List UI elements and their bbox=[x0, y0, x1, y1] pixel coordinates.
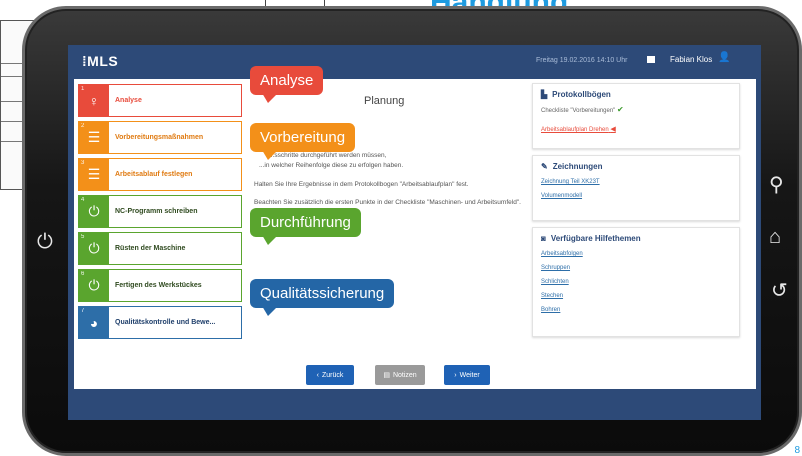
step-label: Analyse bbox=[115, 97, 142, 104]
list-icon: 2 ☰ bbox=[79, 122, 109, 153]
check-icon: ✔ bbox=[616, 105, 624, 114]
step-vorbereitungsmassnahmen[interactable]: 2 ☰ Vorbereitungsmaßnahmen bbox=[78, 121, 242, 154]
panel-hilfethemen: ◙ Verfügbare Hilfethemen Arbeitsabfolgen … bbox=[532, 227, 740, 337]
home-hw-icon[interactable]: ⌂ bbox=[769, 227, 781, 247]
power-icon: 6 ⏻ bbox=[79, 270, 109, 301]
callout-analyse: Analyse bbox=[250, 66, 324, 103]
step-label: Qualitätskontrolle und Bewe... bbox=[115, 319, 216, 326]
step-qualitaetskontrolle[interactable]: 7 ◕ Qualitätskontrolle und Bewe... bbox=[78, 306, 242, 339]
panel-title: Zeichnungen bbox=[552, 162, 603, 171]
pencil-icon: ✎ bbox=[541, 162, 548, 171]
drawing-link[interactable]: Zeichnung Teil XK23T bbox=[541, 175, 731, 189]
next-button[interactable]: › Weiter bbox=[444, 365, 490, 385]
help-topic-link[interactable]: Arbeitsabfolgen bbox=[541, 247, 731, 261]
step-arbeitsablauf[interactable]: 3 ☰ Arbeitsablauf festlegen bbox=[78, 158, 242, 191]
step-label: Arbeitsablauf festlegen bbox=[115, 171, 193, 178]
callout-vorbereitung: Vorbereitung bbox=[250, 123, 356, 160]
step-label: Vorbereitungsmaßnahmen bbox=[115, 134, 204, 141]
app-screen: ⁞MLS Freitag 19.02.2016 14:10 Uhr Fabian… bbox=[68, 45, 761, 420]
top-bar: ⁞MLS Freitag 19.02.2016 14:10 Uhr Fabian… bbox=[68, 45, 761, 78]
arrow-left-icon: ◀ bbox=[610, 126, 616, 133]
step-label: NC-Programm schreiben bbox=[115, 208, 198, 215]
panel-zeichnungen: ✎ Zeichnungen Zeichnung Teil XK23T Volume… bbox=[532, 155, 740, 221]
list-icon: 3 ☰ bbox=[79, 159, 109, 190]
paragraph-3: Beachten Sie zusätzlich die ersten Punkt… bbox=[254, 199, 521, 206]
arbeitsablaufplan-link[interactable]: Arbeitsablaufplan Drehen ◀ bbox=[541, 126, 616, 133]
chevron-left-icon: ‹ bbox=[316, 371, 319, 379]
app-logo: ⁞MLS bbox=[82, 53, 119, 69]
user-name[interactable]: Fabian Klos bbox=[670, 55, 712, 64]
paragraph-1a: ...sschritte durchgeführt werden müssen, bbox=[269, 152, 387, 159]
panel-title: Verfügbare Hilfethemen bbox=[550, 234, 641, 243]
callout-durchfuehrung: Durchführung bbox=[250, 208, 361, 245]
help-topic-link[interactable]: Schlichten bbox=[541, 275, 731, 289]
step-label: Fertigen des Werkstückes bbox=[115, 282, 202, 289]
pie-chart-icon: 7 ◕ bbox=[79, 307, 109, 338]
step-label: Rüsten der Maschine bbox=[115, 245, 186, 252]
notes-button[interactable]: ▤ Notizen bbox=[375, 365, 425, 385]
page-title: Planung bbox=[364, 95, 405, 107]
panel-title: Protokollbögen bbox=[552, 90, 611, 99]
document-icon: ▙ bbox=[541, 90, 548, 99]
checklist-item[interactable]: Checkliste "Vorbereitungen" ✔ bbox=[541, 103, 731, 118]
callout-qualitaetssicherung: Qualitätssicherung bbox=[250, 279, 395, 316]
paragraph-1b: ...in welcher Reihenfolge diese zu erfol… bbox=[259, 162, 404, 169]
content-area: 1 ♀ Analyse 2 ☰ Vorbereitungsmaßnahmen 3 ☰ … bbox=[74, 79, 756, 389]
paragraph-2: Halten Sie Ihre Ergebnisse in dem Protok… bbox=[254, 181, 469, 188]
step-analyse[interactable]: 1 ♀ Analyse bbox=[78, 84, 242, 117]
camera-icon: ◙ bbox=[541, 234, 546, 243]
help-topic-link[interactable]: Stechen bbox=[541, 289, 731, 303]
chevron-right-icon: › bbox=[454, 371, 457, 379]
power-hw-icon[interactable]: ⏻ bbox=[37, 232, 53, 252]
step-fertigen[interactable]: 6 ⏻ Fertigen des Werkstückes bbox=[78, 269, 242, 302]
user-icon[interactable]: 👤 bbox=[718, 52, 730, 63]
help-topic-link[interactable]: Schruppen bbox=[541, 261, 731, 275]
panel-protokollboegen: ▙ Protokollbögen Checkliste "Vorbereitung… bbox=[532, 83, 740, 149]
step-ruesten[interactable]: 5 ⏻ Rüsten der Maschine bbox=[78, 232, 242, 265]
notes-icon: ▤ bbox=[383, 372, 390, 379]
background-corner-text: 8 bbox=[794, 445, 800, 456]
back-button[interactable]: ‹ Zurück bbox=[306, 365, 354, 385]
drawing-link[interactable]: Volumenmodell bbox=[541, 189, 731, 203]
lightbulb-icon: 1 ♀ bbox=[79, 85, 109, 116]
step-nc-programm[interactable]: 4 ⏻ NC-Programm schreiben bbox=[78, 195, 242, 228]
menu-square-icon[interactable] bbox=[647, 56, 655, 63]
datetime-label: Freitag 19.02.2016 14:10 Uhr bbox=[536, 57, 628, 64]
help-topic-link[interactable]: Bohren bbox=[541, 303, 731, 317]
search-hw-icon[interactable]: ⚲ bbox=[769, 175, 784, 195]
back-hw-icon[interactable]: ↺ bbox=[771, 281, 788, 301]
power-icon: 5 ⏻ bbox=[79, 233, 109, 264]
power-icon: 4 ⏻ bbox=[79, 196, 109, 227]
